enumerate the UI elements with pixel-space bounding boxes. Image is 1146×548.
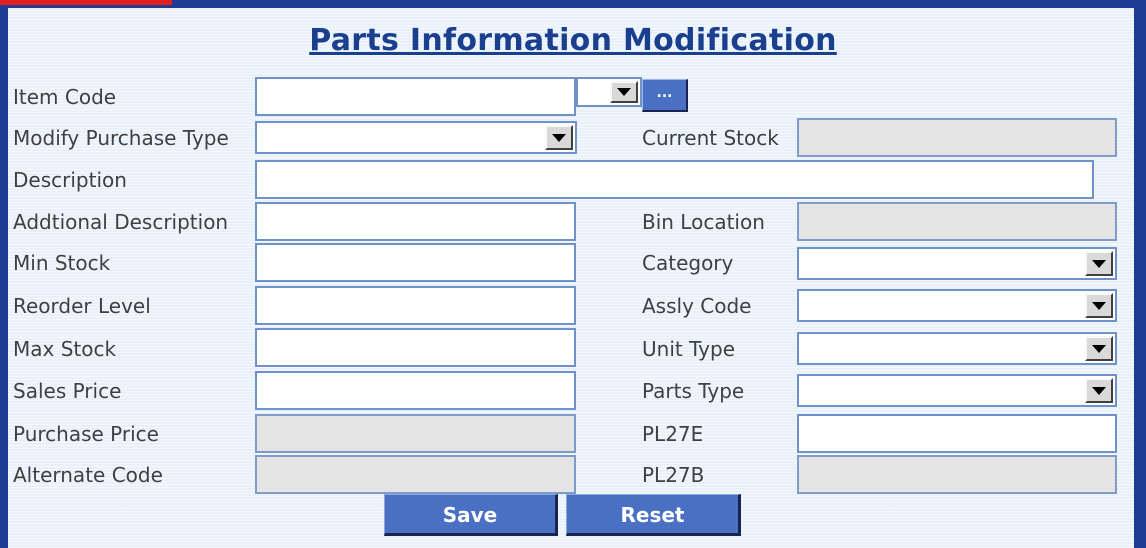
browse-items-button[interactable]: ... [642, 79, 688, 112]
category-select[interactable] [797, 247, 1117, 280]
min-stock-input[interactable] [255, 243, 576, 282]
top-accent-line [0, 0, 172, 5]
additional-description-label: Addtional Description [13, 210, 229, 234]
reorder-level-input[interactable] [255, 286, 576, 325]
current-stock-label: Current Stock [642, 126, 779, 150]
page-title: Parts Information Modification [309, 23, 837, 58]
purchase-price-field[interactable] [255, 414, 576, 453]
dropdown-arrow-icon [610, 81, 638, 103]
bin-location-field[interactable] [797, 202, 1117, 241]
pl27b-label: PL27B [642, 463, 705, 487]
parts-form-panel: Parts Information Modification Item Code… [8, 8, 1137, 548]
description-input[interactable] [255, 160, 1094, 199]
item-code-label: Item Code [13, 85, 117, 109]
bin-location-label: Bin Location [642, 210, 765, 234]
purchase-price-label: Purchase Price [13, 422, 159, 446]
parts-type-select[interactable] [797, 374, 1117, 407]
dropdown-arrow-icon [1085, 293, 1113, 318]
unit-type-select[interactable] [797, 332, 1117, 365]
item-code-dropdown[interactable] [576, 77, 642, 107]
dropdown-arrow-icon [1085, 336, 1113, 361]
description-label: Description [13, 168, 127, 192]
parts-type-label: Parts Type [642, 379, 745, 403]
current-stock-field[interactable] [797, 118, 1117, 157]
sales-price-input[interactable] [255, 371, 576, 410]
alternate-code-field[interactable] [255, 455, 576, 494]
category-label: Category [642, 251, 734, 275]
dropdown-arrow-icon [1085, 378, 1113, 403]
unit-type-label: Unit Type [642, 337, 736, 361]
assly-code-select[interactable] [797, 289, 1117, 322]
alternate-code-label: Alternate Code [13, 463, 163, 487]
pl27b-field[interactable] [797, 455, 1117, 494]
modify-purchase-type-select[interactable] [255, 121, 577, 154]
modify-purchase-type-label: Modify Purchase Type [13, 126, 229, 150]
item-code-input[interactable] [255, 77, 576, 116]
assly-code-label: Assly Code [642, 294, 752, 318]
dropdown-arrow-icon [1085, 251, 1113, 276]
additional-description-input[interactable] [255, 202, 576, 241]
min-stock-label: Min Stock [13, 251, 111, 275]
reorder-level-label: Reorder Level [13, 294, 151, 318]
max-stock-input[interactable] [255, 328, 576, 367]
reset-button[interactable]: Reset [566, 494, 741, 536]
save-button[interactable]: Save [384, 494, 558, 536]
dropdown-arrow-icon [545, 125, 573, 150]
sales-price-label: Sales Price [13, 379, 122, 403]
pl27e-input[interactable] [797, 414, 1117, 453]
pl27e-label: PL27E [642, 422, 704, 446]
max-stock-label: Max Stock [13, 337, 117, 361]
